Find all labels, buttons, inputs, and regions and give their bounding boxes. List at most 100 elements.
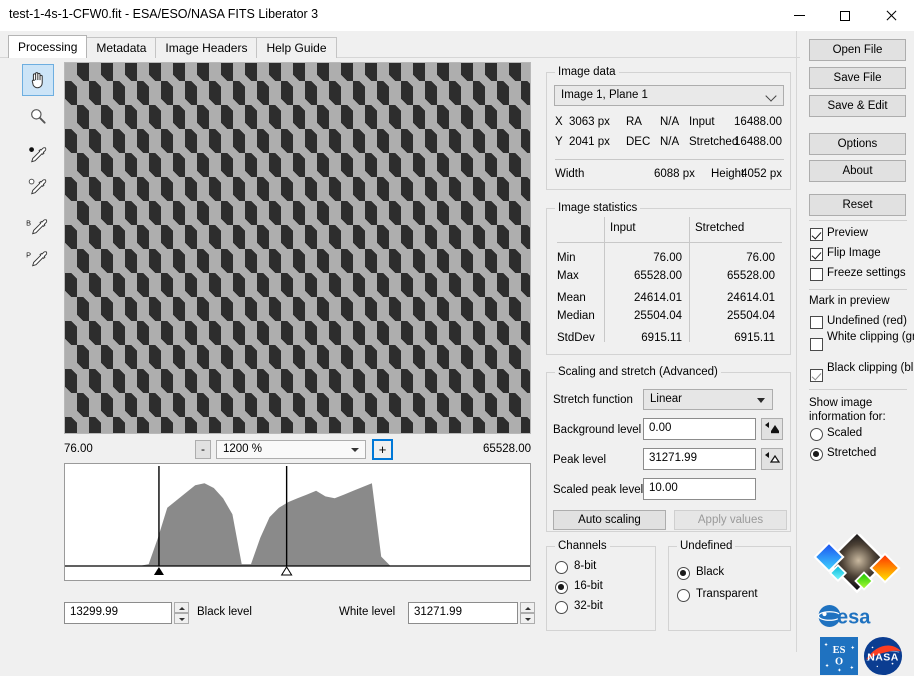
scaled-peak-level-value: 10.00: [649, 482, 678, 494]
white-level-down-icon[interactable]: [520, 613, 535, 624]
sidebar-divider-3: [809, 389, 907, 390]
zoom-tool[interactable]: [22, 100, 54, 132]
stretch-function-label: Stretch function: [553, 394, 633, 406]
white-level-value: 31271.99: [414, 606, 462, 618]
white-level-input[interactable]: 31271.99: [408, 602, 518, 624]
tab-strip: Processing Metadata Image Headers Help G…: [0, 31, 914, 58]
reset-button[interactable]: Reset: [809, 194, 906, 216]
peak-picker-button[interactable]: [761, 448, 783, 470]
white-picker-tool[interactable]: [22, 172, 54, 204]
peak-picker-tool[interactable]: P: [22, 244, 54, 276]
level-controls: 13299.99 Black level White level 31271.9…: [64, 602, 535, 626]
info-label-scaled: Scaled: [827, 427, 863, 439]
freeze-settings-checkbox[interactable]: [810, 268, 823, 281]
zoom-in-button[interactable]: +: [372, 439, 393, 460]
tab-image-headers[interactable]: Image Headers: [155, 37, 258, 58]
sidebar-separator: [796, 31, 797, 652]
black-level-up-icon[interactable]: [174, 602, 189, 613]
image-data-title: Image data: [555, 66, 619, 78]
open-file-button[interactable]: Open File: [809, 39, 906, 61]
peak-level-input[interactable]: 31271.99: [643, 448, 756, 470]
window-title: test-1-4s-1-CFW0.fit - ESA/ESO/NASA FITS…: [9, 7, 319, 21]
black-level-spinner[interactable]: [174, 602, 189, 624]
info-radio-scaled[interactable]: [810, 428, 823, 441]
save-and-edit-button[interactable]: Save & Edit: [809, 95, 906, 117]
about-button[interactable]: About: [809, 160, 906, 182]
preview-checkbox[interactable]: [810, 228, 823, 241]
background-level-label: Background level: [553, 424, 642, 436]
black-level-label: Black level: [197, 606, 252, 618]
stats-col-stretched: Stretched: [695, 222, 745, 234]
svg-text:✦: ✦: [837, 667, 842, 674]
channels-radio-32bit[interactable]: [555, 601, 568, 614]
zoom-out-button[interactable]: -: [195, 440, 211, 459]
image-statistics-title: Image statistics: [555, 202, 641, 214]
svg-text:✦: ✦: [849, 664, 854, 671]
stretched-value: 16488.00: [734, 136, 782, 148]
ra-value: N/A: [660, 116, 680, 128]
channels-radio-16bit[interactable]: [555, 581, 568, 594]
eso-logo: ES O ✦ ✦ ✦ ✦ ✦: [820, 637, 858, 675]
scaled-peak-level-input[interactable]: 10.00: [643, 478, 756, 500]
undefined-group: Undefined Black Transparent: [668, 540, 791, 631]
info-radio-stretched[interactable]: [810, 448, 823, 461]
black-level-input[interactable]: 13299.99: [64, 602, 172, 624]
undefined-label-black: Black: [696, 566, 725, 578]
chevron-down-icon: [351, 448, 359, 452]
tab-metadata[interactable]: Metadata: [86, 37, 157, 58]
svg-text:P: P: [26, 250, 31, 259]
black-picker-tool[interactable]: [22, 140, 54, 172]
background-level-value: 0.00: [649, 422, 672, 434]
histogram-panel[interactable]: [64, 463, 531, 581]
peak-level-label: Peak level: [553, 454, 607, 466]
stats-row-stretched: 6915.11: [734, 332, 775, 344]
background-picker-icon: [765, 422, 779, 434]
fits-liberator-logo: [813, 534, 901, 594]
svg-text:✦: ✦: [825, 662, 830, 669]
tab-help-guide[interactable]: Help Guide: [256, 37, 337, 58]
y-value: 2041 px: [569, 136, 610, 148]
undefined-title: Undefined: [677, 540, 736, 552]
flip-image-checkbox[interactable]: [810, 248, 823, 261]
white-level-up-icon[interactable]: [520, 602, 535, 613]
minimize-button[interactable]: [776, 0, 822, 31]
options-button[interactable]: Options: [809, 133, 906, 155]
save-file-button[interactable]: Save File: [809, 67, 906, 89]
black-level-value: 13299.99: [70, 606, 118, 618]
mark-black-clipping-checkbox[interactable]: [810, 369, 823, 382]
plane-selector-combo[interactable]: Image 1, Plane 1: [554, 85, 784, 106]
background-picker-button[interactable]: [761, 418, 783, 440]
stretch-function-combo[interactable]: Linear: [643, 389, 773, 410]
black-level-down-icon[interactable]: [174, 613, 189, 624]
zoom-level-combo[interactable]: 1200 %: [216, 440, 366, 459]
hand-tool[interactable]: [22, 64, 54, 96]
width-label: Width: [555, 168, 585, 180]
preview-checkbox-label: Preview: [827, 227, 868, 239]
mark-white-clipping-checkbox[interactable]: [810, 338, 823, 351]
magnifier-icon: [31, 109, 46, 124]
tab-processing[interactable]: Processing: [8, 35, 88, 58]
chevron-down-icon: [757, 398, 765, 403]
sidebar-divider-1: [809, 220, 907, 221]
background-picker-tool[interactable]: B: [22, 212, 54, 244]
maximize-button[interactable]: [822, 0, 868, 31]
peak-level-value: 31271.99: [649, 452, 697, 464]
esa-logo: esa: [817, 605, 871, 629]
undefined-radio-black[interactable]: [677, 567, 690, 580]
stats-row-stretched: 24614.01: [727, 292, 775, 304]
white-level-spinner[interactable]: [520, 602, 535, 624]
background-level-input[interactable]: 0.00: [643, 418, 756, 440]
close-button[interactable]: [868, 0, 914, 31]
freeze-settings-checkbox-label: Freeze settings: [827, 267, 906, 279]
y-label: Y: [555, 136, 563, 148]
svg-text:B: B: [26, 218, 31, 227]
svg-text:✦: ✦: [850, 644, 855, 651]
auto-scaling-button[interactable]: Auto scaling: [553, 510, 666, 530]
stats-col-input: Input: [610, 222, 636, 234]
undefined-radio-transparent[interactable]: [677, 589, 690, 602]
close-icon: [885, 10, 897, 22]
zoom-controls: 76.00 65528.00 - 1200 % +: [64, 439, 531, 460]
mark-undefined-checkbox[interactable]: [810, 316, 823, 329]
channels-radio-8bit[interactable]: [555, 561, 568, 574]
image-preview-canvas[interactable]: [64, 62, 531, 434]
